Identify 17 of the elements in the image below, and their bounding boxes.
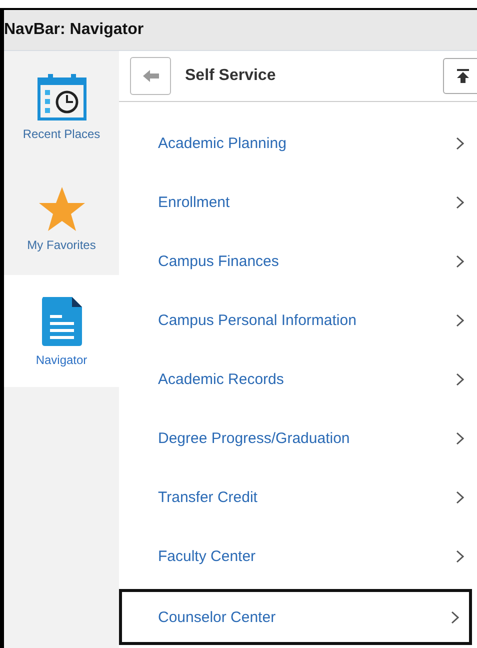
window-title: NavBar: Navigator: [4, 21, 144, 39]
sidebar-item[interactable]: Navigator: [4, 275, 119, 387]
sidebar-item[interactable]: Recent Places: [4, 51, 119, 163]
menu-item[interactable]: Academic Planning: [119, 114, 477, 173]
sidebar-label: Navigator: [36, 353, 88, 367]
menu-item[interactable]: Enrollment: [119, 173, 477, 232]
sidebar-item[interactable]: My Favorites: [4, 163, 119, 275]
menu-item[interactable]: Transfer Credit: [119, 468, 477, 527]
sidebar-label: My Favorites: [27, 238, 96, 252]
menu-item[interactable]: Degree Progress/Graduation: [119, 409, 477, 468]
menu-item[interactable]: Faculty Center: [119, 527, 477, 586]
menu-item[interactable]: Campus Finances: [119, 232, 477, 291]
page-title: Self Service: [185, 67, 277, 85]
sidebar-label: Recent Places: [22, 127, 100, 141]
menu-item[interactable]: Counselor Center: [119, 589, 472, 645]
menu-item[interactable]: Academic Records: [119, 350, 477, 409]
menu-item[interactable]: Campus Personal Information: [119, 291, 477, 350]
